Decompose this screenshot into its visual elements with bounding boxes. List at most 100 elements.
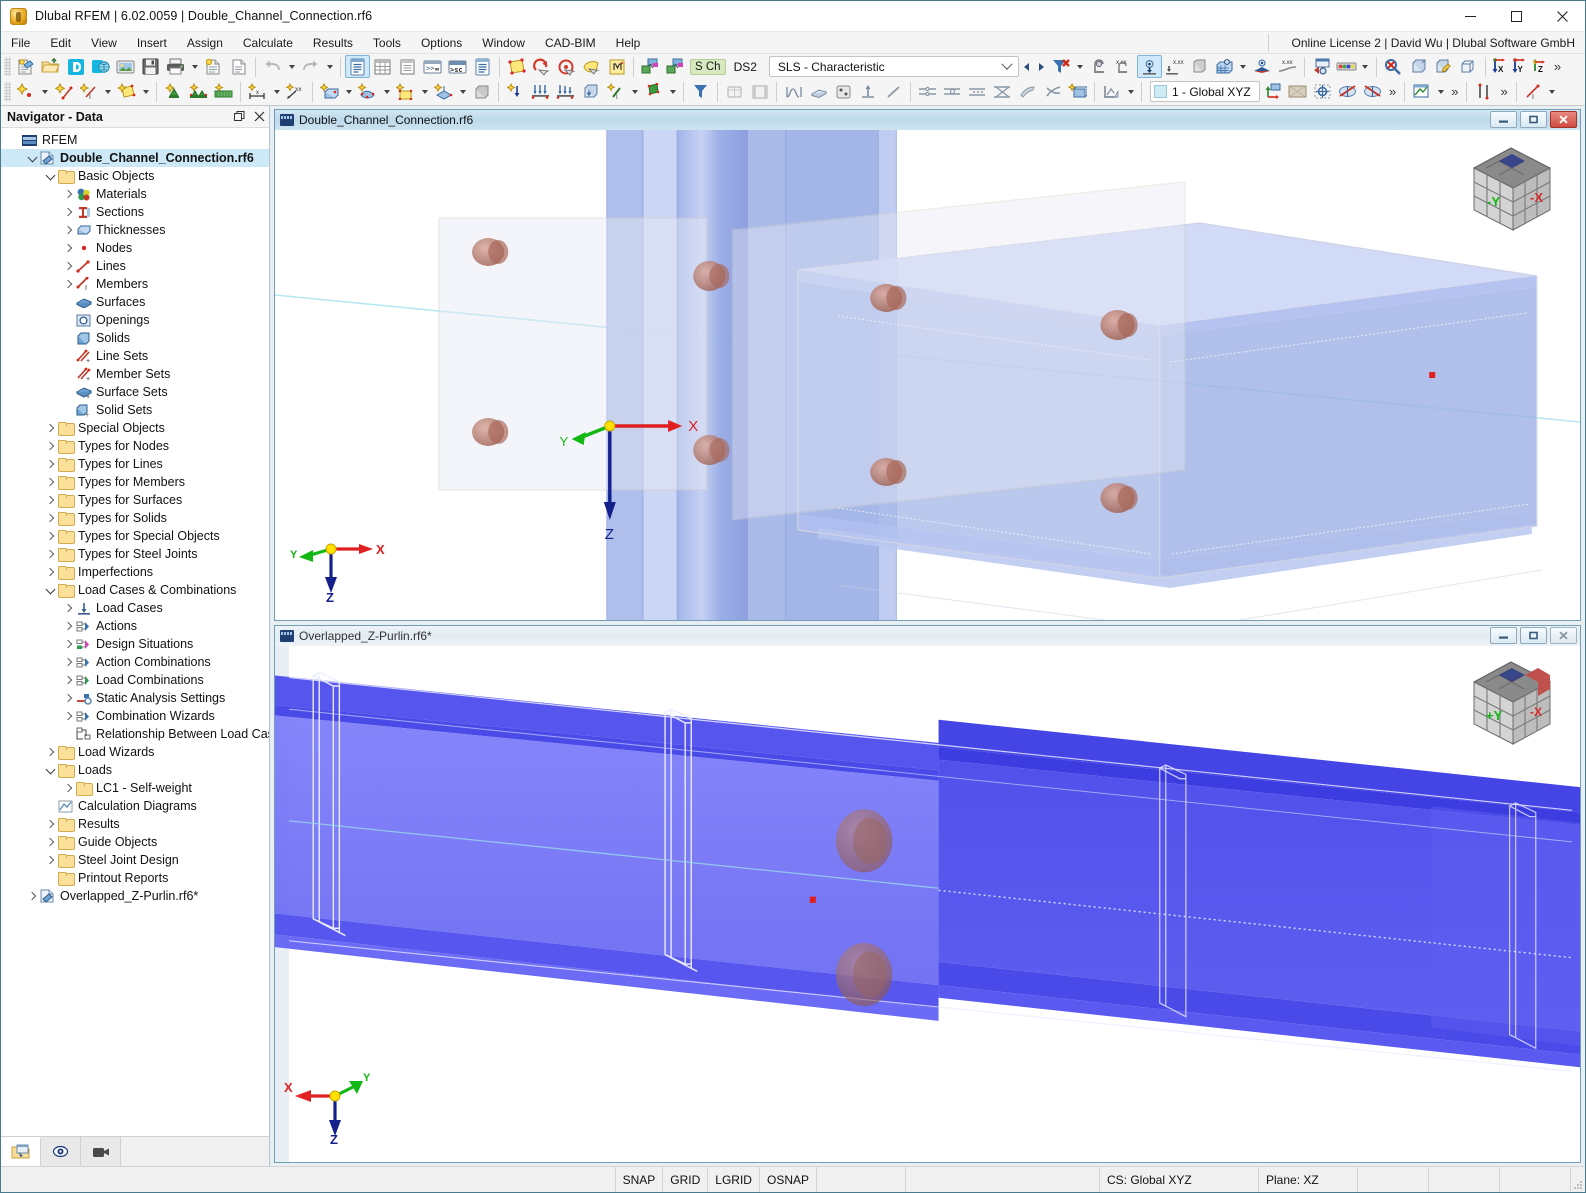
tree-expander[interactable]: [61, 239, 75, 257]
undo-history-caret[interactable]: [285, 55, 298, 78]
texture-icon[interactable]: [1285, 80, 1310, 103]
navigator-tree[interactable]: RFEMDouble_Channel_Connection.rf6Basic O…: [1, 128, 269, 1136]
tree-collapser[interactable]: [43, 761, 57, 779]
film-strip-icon[interactable]: [747, 80, 772, 103]
tree-expander[interactable]: [43, 743, 57, 761]
member-load-icon[interactable]: I: [603, 80, 628, 103]
view-z-icon[interactable]: Z: [1530, 55, 1550, 78]
dlubal-center-icon[interactable]: [63, 55, 88, 78]
print-icon[interactable]: [163, 55, 188, 78]
show-hide-icon[interactable]: [1087, 55, 1112, 78]
view-x-icon[interactable]: X: [1490, 55, 1510, 78]
tree-item-load-wizards[interactable]: Load Wizards: [1, 743, 269, 761]
status-toggle-snap[interactable]: SNAP: [615, 1167, 664, 1192]
display-navigator-tab[interactable]: [41, 1137, 81, 1166]
tree-item-special-objects[interactable]: Special Objects: [1, 419, 269, 437]
dice-icon[interactable]: [831, 80, 856, 103]
tree-item-surface-sets[interactable]: +Surface Sets: [1, 383, 269, 401]
dimension-xx-icon[interactable]: xx: [283, 80, 308, 103]
new-surface-icon[interactable]: [114, 80, 139, 103]
load-case-next-icon[interactable]: [663, 55, 688, 78]
chart-icon[interactable]: [1099, 80, 1124, 103]
mdi-titlebar-1[interactable]: Double_Channel_Connection.rf6: [275, 110, 1580, 130]
mdi-close-button-2[interactable]: [1550, 627, 1577, 644]
mesh-icon[interactable]: [1065, 80, 1090, 103]
pan-view-icon[interactable]: [579, 55, 604, 78]
member-edit-options-caret[interactable]: [1546, 80, 1559, 103]
tree-item-openings[interactable]: Openings: [1, 311, 269, 329]
new-solid-set-icon[interactable]: [469, 80, 494, 103]
new-node-set-icon[interactable]: [355, 80, 380, 103]
tree-expander[interactable]: [43, 545, 57, 563]
tree-expander[interactable]: [61, 671, 75, 689]
tree-item-types-for-members[interactable]: Types for Members: [1, 473, 269, 491]
filter-options-caret[interactable]: [1074, 55, 1087, 78]
tree-expander[interactable]: [43, 491, 57, 509]
node-set-options-caret[interactable]: [380, 80, 393, 103]
free-load-options-caret[interactable]: [666, 80, 679, 103]
tree-item-materials[interactable]: Materials: [1, 185, 269, 203]
tree-collapser[interactable]: [43, 581, 57, 599]
tree-collapser[interactable]: [25, 149, 39, 167]
new-node-icon[interactable]: [13, 80, 38, 103]
mirror-y-icon[interactable]: [1360, 80, 1385, 103]
menu-options[interactable]: Options: [411, 33, 472, 53]
tree-expander[interactable]: [61, 635, 75, 653]
tree-item-types-for-steel-joints[interactable]: Types for Steel Joints: [1, 545, 269, 563]
tree-item-types-for-surfaces[interactable]: Types for Surfaces: [1, 491, 269, 509]
plate-icon[interactable]: [806, 80, 831, 103]
hinge2-icon[interactable]: [940, 80, 965, 103]
nodal-load-icon[interactable]: [528, 80, 553, 103]
eccentric-icon[interactable]: [990, 80, 1015, 103]
new-surface-set-icon[interactable]: [431, 80, 456, 103]
status-toggle-lgrid[interactable]: LGRID: [707, 1167, 760, 1192]
tree-item-thicknesses[interactable]: Thicknesses: [1, 221, 269, 239]
new-load-icon[interactable]: [503, 80, 528, 103]
tree-expander[interactable]: [61, 599, 75, 617]
color-legend-icon[interactable]: [1334, 55, 1359, 78]
tree-expander[interactable]: [61, 275, 75, 293]
box-icon[interactable]: [1406, 55, 1431, 78]
undock-icon[interactable]: [229, 107, 249, 127]
select-area-icon[interactable]: [504, 55, 529, 78]
script-icon[interactable]: >sc: [445, 55, 470, 78]
mdi-close-button-1[interactable]: [1550, 111, 1577, 128]
new-support-icon[interactable]: [161, 80, 186, 103]
tree-item-loads[interactable]: Loads: [1, 761, 269, 779]
console-icon[interactable]: >>: [420, 55, 445, 78]
table-view-icon[interactable]: [722, 80, 747, 103]
model-3d-view-2[interactable]: [275, 646, 1580, 1162]
surface-set-options-caret[interactable]: [456, 80, 469, 103]
opening-options-caret[interactable]: [418, 80, 431, 103]
resize-grip-icon[interactable]: [1571, 1167, 1585, 1192]
viewport-overlapped-z-purlin[interactable]: X Y Z +Y: [275, 646, 1580, 1162]
chart-options-caret[interactable]: [1124, 80, 1137, 103]
line-load-icon[interactable]: [553, 80, 578, 103]
transparent-box-icon[interactable]: [1456, 55, 1481, 78]
tree-item-load-cases-combinations[interactable]: Load Cases & Combinations: [1, 581, 269, 599]
curve-icon[interactable]: [781, 80, 806, 103]
toolbar-overflow-chevron[interactable]: »: [1550, 55, 1565, 78]
surface-load-icon[interactable]: [578, 80, 603, 103]
tree-item-relationship-between-load-cases[interactable]: Relationship Between Load Cases: [1, 725, 269, 743]
extrude-icon[interactable]: [856, 80, 881, 103]
mirror-x-icon[interactable]: [1335, 80, 1360, 103]
mdi-window-double-channel-connection[interactable]: Double_Channel_Connection.rf6: [274, 109, 1581, 621]
filter-clear-icon[interactable]: [1049, 55, 1074, 78]
menu-help[interactable]: Help: [606, 33, 651, 53]
dimension-options-caret[interactable]: [270, 80, 283, 103]
chevron-down-icon[interactable]: [996, 57, 1018, 76]
legend-options-caret[interactable]: [1359, 55, 1372, 78]
taper-icon[interactable]: [1015, 80, 1040, 103]
menu-tools[interactable]: Tools: [363, 33, 411, 53]
grid-icon[interactable]: [1212, 55, 1237, 78]
menu-assign[interactable]: Assign: [177, 33, 233, 53]
mdi-maximize-button-2[interactable]: [1520, 627, 1547, 644]
redo-history-caret[interactable]: [323, 55, 336, 78]
new-line-support-icon[interactable]: [186, 80, 211, 103]
scissors-icon[interactable]: [1040, 80, 1065, 103]
tree-expander[interactable]: [61, 221, 75, 239]
new-solid-icon[interactable]: [317, 80, 342, 103]
tree-expander[interactable]: [61, 617, 75, 635]
menu-window[interactable]: Window: [472, 33, 535, 53]
